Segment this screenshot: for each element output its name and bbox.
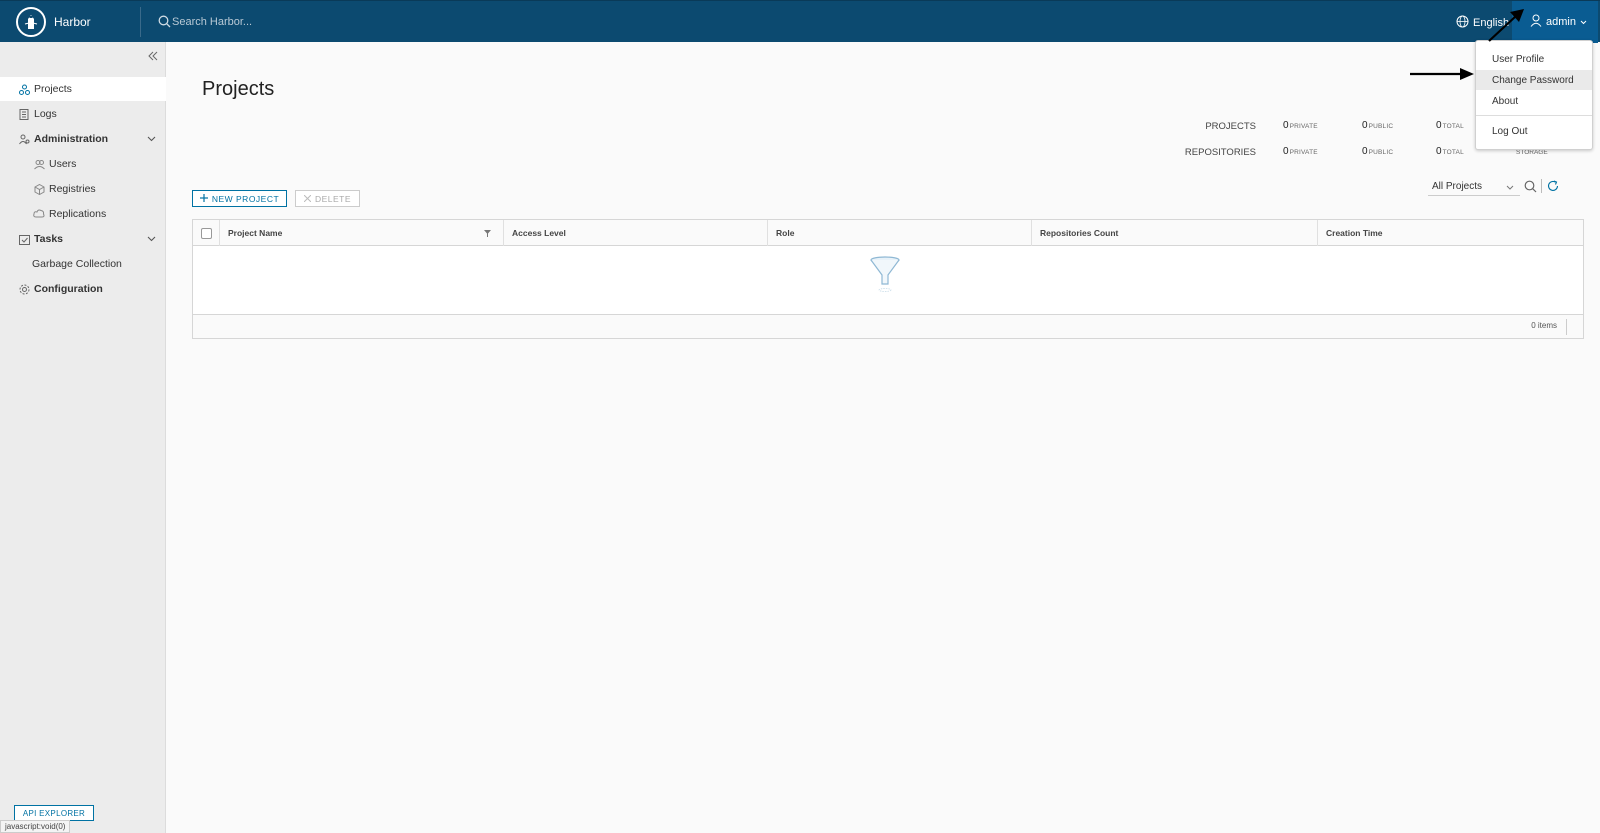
repositories-public-stat: 0PUBLIC — [1362, 146, 1394, 157]
sidebar-item-users[interactable]: Users — [0, 152, 166, 176]
sidebar-item-label: Projects — [34, 83, 72, 95]
user-icon — [1530, 14, 1542, 30]
chevron-down-icon — [147, 233, 156, 245]
projects-total-stat: 0TOTAL — [1436, 120, 1464, 131]
new-project-button[interactable]: NEW PROJECT — [192, 190, 287, 207]
sidebar-item-label: Replications — [49, 208, 107, 220]
empty-funnel-icon — [869, 256, 901, 297]
menu-item-change-password[interactable]: Change Password — [1476, 70, 1592, 90]
sidebar-item-label: Logs — [34, 108, 57, 120]
sidebar-item-administration[interactable]: Administration — [0, 127, 166, 151]
close-icon — [303, 194, 312, 204]
sidebar-item-garbage-collection[interactable]: Garbage Collection — [0, 252, 166, 276]
api-explorer-button[interactable]: API EXPLORER — [14, 805, 94, 821]
repositories-private-stat: 0PRIVATE — [1283, 146, 1318, 157]
user-name: admin — [1546, 16, 1576, 28]
header-divider — [140, 7, 141, 37]
browser-status-bar: javascript:void(0) — [0, 820, 71, 833]
sidebar-item-label: Garbage Collection — [32, 258, 122, 270]
projects-public-stat: 0PUBLIC — [1362, 120, 1394, 131]
search-icon[interactable] — [1524, 180, 1537, 196]
sidebar-item-label: Users — [49, 158, 77, 170]
filter-icon[interactable] — [484, 229, 491, 239]
select-all-checkbox[interactable] — [201, 228, 212, 239]
projects-private-stat: 0PRIVATE — [1283, 120, 1318, 131]
search-input[interactable] — [172, 13, 422, 31]
filter-value: All Projects — [1432, 181, 1483, 192]
new-project-label: NEW PROJECT — [211, 193, 280, 204]
menu-divider — [1476, 115, 1592, 116]
delete-button[interactable]: DELETE — [295, 190, 360, 207]
column-header-creation-time[interactable]: Creation Time — [1317, 220, 1583, 246]
project-filter-select[interactable]: All Projects — [1428, 178, 1520, 196]
column-header-access-level[interactable]: Access Level — [503, 220, 767, 246]
user-dropdown-menu: User Profile Change Password About Log O… — [1475, 40, 1593, 150]
refresh-icon[interactable] — [1547, 180, 1559, 195]
sidebar-item-registries[interactable]: Registries — [0, 177, 166, 201]
replications-icon — [33, 208, 45, 220]
users-icon — [33, 158, 45, 170]
top-header: Harbor English admin — [0, 0, 1600, 43]
projects-stat-label: PROJECTS — [1205, 121, 1256, 132]
menu-item-log-out[interactable]: Log Out — [1476, 121, 1592, 141]
projects-icon — [18, 83, 30, 95]
collapse-sidebar-icon[interactable] — [148, 50, 158, 64]
chevron-down-icon — [1506, 182, 1514, 193]
column-header-role[interactable]: Role — [767, 220, 1031, 246]
harbor-logo-icon[interactable] — [16, 7, 46, 37]
repositories-total-stat: 0TOTAL — [1436, 146, 1464, 157]
plus-icon — [199, 193, 208, 204]
page-title: Projects — [202, 78, 275, 100]
datagrid-footer: 0 items — [193, 314, 1583, 338]
sidebar-item-label: Registries — [49, 183, 96, 195]
sidebar-item-tasks[interactable]: Tasks — [0, 227, 166, 251]
globe-icon — [1456, 15, 1469, 31]
search-icon — [158, 15, 171, 31]
toolbar-divider — [1541, 179, 1542, 193]
sidebar-item-projects[interactable]: Projects — [0, 77, 166, 101]
sidebar-item-replications[interactable]: Replications — [0, 202, 166, 226]
sidebar-item-configuration[interactable]: Configuration — [0, 277, 166, 301]
datagrid-header: Project Name Access Level Role Repositor… — [193, 220, 1583, 246]
menu-item-user-profile[interactable]: User Profile — [1476, 49, 1592, 69]
administration-icon — [18, 133, 30, 145]
configuration-icon — [18, 283, 30, 295]
logs-icon — [18, 108, 30, 120]
repositories-stat-label: REPOSITORIES — [1184, 147, 1256, 158]
sidebar-item-label: Tasks — [34, 233, 63, 245]
storage-label: STORAGE — [1516, 149, 1548, 156]
delete-label: DELETE — [314, 193, 352, 204]
column-header-repositories-count[interactable]: Repositories Count — [1031, 220, 1317, 246]
column-header-project-name[interactable]: Project Name — [219, 220, 503, 246]
registries-icon — [33, 183, 45, 195]
annotation-arrow-icon — [1410, 68, 1474, 80]
menu-item-about[interactable]: About — [1476, 91, 1592, 111]
chevron-down-icon — [147, 133, 156, 145]
items-count: 0 items — [1531, 321, 1557, 330]
chevron-down-icon — [1580, 16, 1587, 28]
annotation-arrow-icon — [1488, 9, 1524, 42]
footer-divider — [1566, 319, 1567, 335]
tasks-icon — [18, 233, 30, 245]
brand-name[interactable]: Harbor — [54, 15, 91, 29]
sidebar-item-label: Configuration — [34, 283, 103, 295]
sidebar-item-logs[interactable]: Logs — [0, 102, 166, 126]
projects-datagrid: Project Name Access Level Role Repositor… — [192, 219, 1584, 339]
sidebar: Projects Logs Administration Users Regis… — [0, 42, 166, 833]
sidebar-item-label: Administration — [34, 133, 109, 145]
